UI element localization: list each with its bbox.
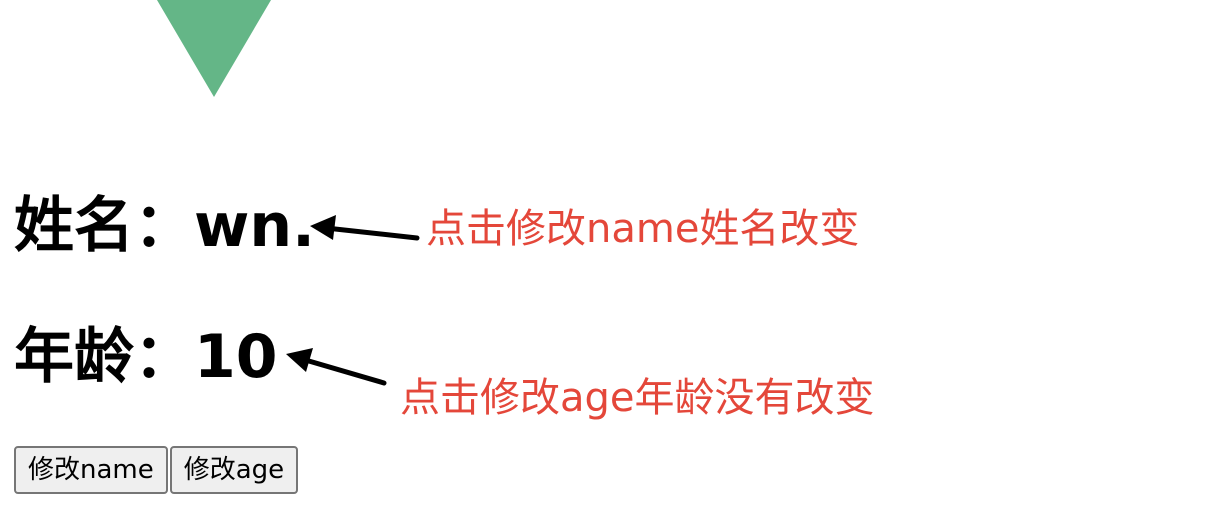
age-value: 10: [194, 322, 278, 392]
age-label: 年龄：: [14, 322, 194, 392]
age-line: 年龄：10: [14, 327, 278, 387]
name-line: 姓名：wn.: [14, 196, 315, 256]
name-annotation: 点击修改name姓名改变: [426, 206, 860, 252]
page: 姓名：wn. 年龄：10 点击修改name姓名改变 点击修改age年龄没有改变 …: [0, 0, 1212, 528]
name-arrow-icon: [310, 215, 420, 241]
name-label: 姓名：: [14, 191, 194, 261]
change-age-button[interactable]: 修改age: [169, 446, 299, 494]
age-arrow-icon: [286, 348, 387, 386]
change-name-button[interactable]: 修改name: [14, 446, 168, 494]
button-row: 修改name 修改age: [14, 446, 299, 494]
vue-logo-icon: [157, 0, 271, 97]
name-value: wn.: [194, 191, 315, 261]
age-annotation: 点击修改age年龄没有改变: [400, 375, 875, 421]
